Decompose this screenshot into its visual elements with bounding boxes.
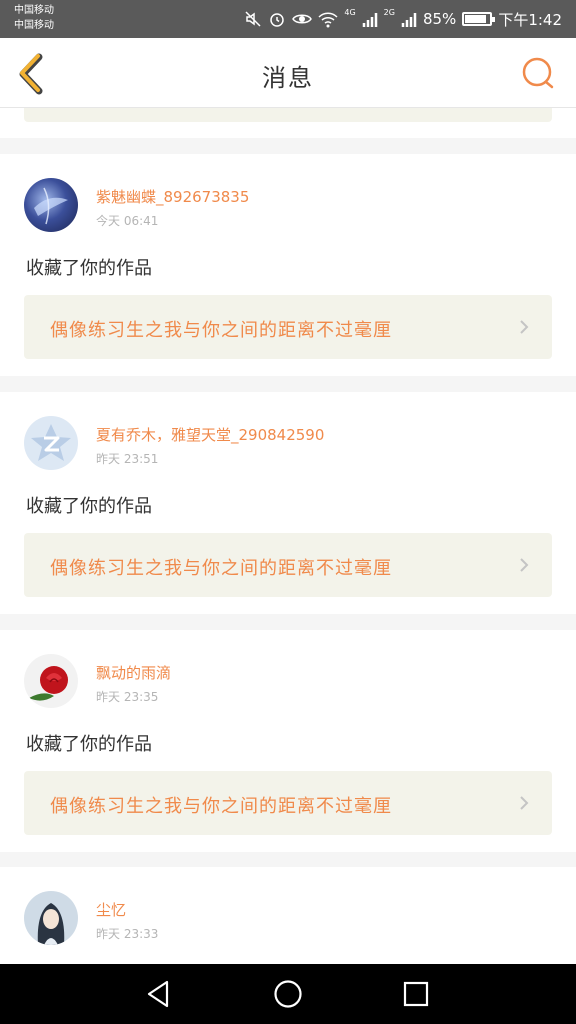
home-circle-icon[interactable] [272, 978, 304, 1010]
carrier-1: 中国移动 [14, 5, 54, 16]
work-title: 偶像练习生之我与你之间的距离不过毫厘 [50, 796, 392, 817]
list-item[interactable]: 紫魅幽蝶_892673835 今天 06:41 收藏了你的作品 偶像练习生之我与… [0, 154, 576, 376]
work-title: 偶像练习生之我与你之间的距离不过毫厘 [50, 558, 392, 579]
action-text: 收藏了你的作品 [26, 496, 152, 517]
page-title: 消息 [262, 64, 314, 92]
carrier-2: 中国移动 [14, 20, 54, 31]
action-text: 收藏了你的作品 [26, 258, 152, 279]
status-icons: 4G 2G 85% 下午1:42 [244, 0, 562, 38]
wifi-icon [318, 12, 338, 28]
timestamp: 昨天 23:35 [96, 690, 159, 704]
avatar[interactable] [24, 654, 78, 708]
avatar[interactable] [24, 416, 78, 470]
chevron-right-icon [520, 320, 529, 334]
avatar-art [34, 187, 68, 225]
header: 消息 [0, 38, 576, 108]
chevron-right-icon [520, 558, 529, 572]
action-text: 收藏了你的作品 [26, 734, 152, 755]
timestamp: 今天 06:41 [96, 214, 159, 228]
work-title: 偶像练习生之我与你之间的距离不过毫厘 [50, 320, 392, 341]
user-name[interactable]: 紫魅幽蝶_892673835 [96, 186, 249, 207]
battery-icon [462, 12, 496, 26]
timestamp: 昨天 23:33 [96, 927, 159, 941]
recents-square-icon[interactable] [400, 978, 432, 1010]
list-item[interactable]: 飘动的雨滴 昨天 23:35 收藏了你的作品 偶像练习生之我与你之间的距离不过毫… [0, 630, 576, 852]
clock: 下午1:42 [498, 10, 562, 29]
list-item[interactable]: 夏有乔木，雅望天堂_290842590 昨天 23:51 收藏了你的作品 偶像练… [0, 392, 576, 614]
user-name[interactable]: 飘动的雨滴 [96, 662, 171, 683]
eye-icon [292, 14, 313, 24]
battery-percent: 85% [422, 10, 457, 28]
avatar[interactable] [24, 178, 78, 232]
work-link[interactable]: 偶像练习生之我与你之间的距离不过毫厘 [24, 295, 552, 359]
back-triangle-icon[interactable] [143, 978, 175, 1010]
net-type-1: 4G [344, 8, 356, 17]
user-name[interactable]: 夏有乔木，雅望天堂_290842590 [96, 424, 324, 445]
rose-avatar-art [29, 666, 68, 701]
default-avatar-icon [31, 424, 71, 461]
signal-icon [362, 13, 377, 27]
navigation-bar [0, 964, 576, 1024]
carrier-info: 中国移动 中国移动 [14, 3, 54, 33]
anime-avatar-art [37, 903, 65, 945]
timestamp: 昨天 23:51 [96, 452, 159, 466]
signal-icon-2 [401, 13, 417, 27]
list-item[interactable]: 尘忆 昨天 23:33 [0, 867, 576, 964]
user-name[interactable]: 尘忆 [96, 899, 126, 920]
avatar[interactable] [24, 891, 78, 945]
search-icon[interactable] [518, 54, 558, 94]
status-bar: 中国移动 中国移动 4G 2G 85% 下午1:42 [0, 0, 576, 38]
mute-icon [245, 11, 261, 27]
work-link[interactable]: 偶像练习生之我与你之间的距离不过毫厘 [24, 533, 552, 597]
previous-work-link[interactable] [24, 108, 552, 122]
message-list[interactable]: 紫魅幽蝶_892673835 今天 06:41 收藏了你的作品 偶像练习生之我与… [0, 108, 576, 964]
work-link[interactable]: 偶像练习生之我与你之间的距离不过毫厘 [24, 771, 552, 835]
chevron-right-icon [520, 796, 529, 810]
alarm-icon [270, 13, 285, 27]
net-type-2: 2G [383, 8, 395, 17]
